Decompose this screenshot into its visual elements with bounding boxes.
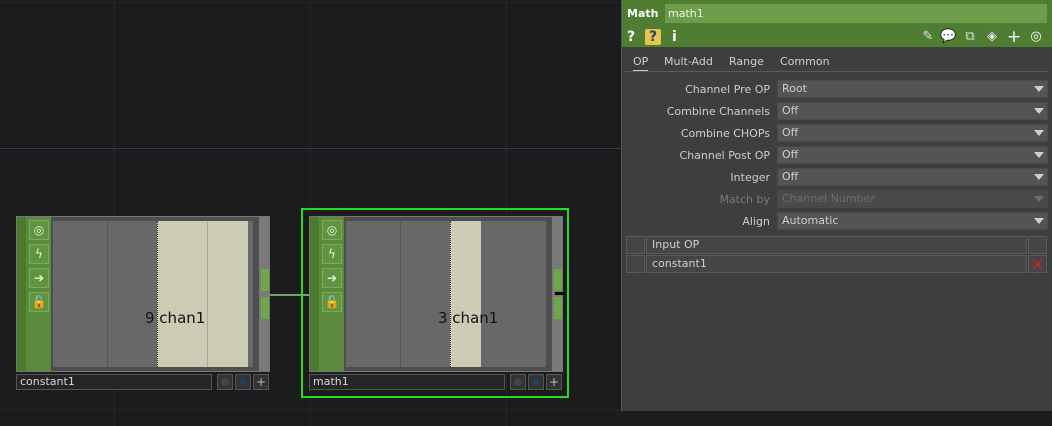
display-flag[interactable]: [528, 374, 544, 390]
chevron-down-icon: [1034, 130, 1044, 136]
param-menu[interactable]: Automatic: [777, 212, 1048, 230]
table-corner: [1028, 236, 1047, 254]
bypass-flag[interactable]: [217, 374, 233, 390]
output-connector[interactable]: [261, 297, 269, 319]
cook-icon[interactable]: ϟ: [29, 244, 49, 264]
viewer-toggle-icon[interactable]: ◎: [1028, 29, 1044, 45]
display-flag[interactable]: [235, 374, 251, 390]
param-row-combine-channels: Combine Channels Off: [622, 102, 1052, 121]
table-corner: [626, 236, 645, 254]
node-viewer: 3 chan1: [346, 221, 546, 367]
output-connector[interactable]: [554, 269, 562, 291]
export-icon[interactable]: ➔: [322, 268, 342, 288]
viewer-icon[interactable]: ◎: [29, 220, 49, 240]
add-flag[interactable]: +: [253, 374, 269, 390]
node-math1[interactable]: ◎ ϟ ➔ 🔓 3 chan1 math1 +: [309, 216, 565, 392]
comment-icon[interactable]: 💬: [940, 29, 956, 45]
param-menu[interactable]: Off: [777, 168, 1048, 186]
param-menu[interactable]: Root: [777, 80, 1048, 98]
lock-icon[interactable]: 🔓: [322, 292, 342, 312]
param-row-combine-chops: Combine CHOPs Off: [622, 124, 1052, 143]
op-name-field[interactable]: math1: [665, 4, 1047, 23]
param-label: Channel Pre OP: [685, 83, 770, 96]
viewer-label: 9 chan1: [145, 309, 206, 327]
chevron-down-icon: [1034, 174, 1044, 180]
tab-mult-add[interactable]: Mult-Add: [664, 55, 713, 68]
param-label: Channel Post OP: [679, 149, 770, 162]
node-body[interactable]: ◎ ϟ ➔ 🔓 9 chan1: [16, 216, 270, 372]
chevron-down-icon: [1034, 108, 1044, 114]
delete-icon[interactable]: ✕: [1028, 255, 1047, 274]
node-flag-strip: ◎ ϟ ➔ 🔓: [17, 217, 51, 371]
node-name-field[interactable]: constant1: [16, 374, 212, 390]
chevron-down-icon: [1034, 196, 1044, 202]
node-viewer: 9 chan1: [53, 221, 253, 367]
viewer-label: 3 chan1: [438, 309, 499, 327]
panel-toolbar: ? ? i ✎ 💬 ⧉ ◈ + ◎: [622, 27, 1052, 47]
input-op-header: Input OP: [646, 236, 1027, 254]
param-row-channel-pre-op: Channel Pre OP Root: [622, 80, 1052, 99]
node-body[interactable]: ◎ ϟ ➔ 🔓 3 chan1: [309, 216, 563, 372]
add-icon[interactable]: +: [1006, 29, 1022, 46]
cook-icon[interactable]: ϟ: [322, 244, 342, 264]
node-name-field[interactable]: math1: [309, 374, 505, 390]
add-flag[interactable]: +: [546, 374, 562, 390]
viewer-icon[interactable]: ◎: [322, 220, 342, 240]
output-bar: [259, 217, 269, 371]
python-icon[interactable]: ◈: [984, 29, 1000, 45]
param-menu[interactable]: Off: [777, 146, 1048, 164]
lock-icon[interactable]: 🔓: [29, 292, 49, 312]
output-connector[interactable]: [554, 297, 562, 319]
param-tabs: OP Mult-Add Range Common: [622, 51, 1052, 72]
param-label: Align: [742, 215, 770, 228]
help-icon[interactable]: ?: [627, 27, 635, 47]
param-row-align: Align Automatic: [622, 212, 1052, 231]
param-label: Match by: [719, 193, 770, 206]
param-menu: Channel Number: [777, 190, 1048, 208]
output-tick: [555, 292, 565, 295]
edit-icon[interactable]: ✎: [920, 29, 936, 45]
tab-common[interactable]: Common: [780, 55, 830, 68]
param-row-match-by: Match by Channel Number: [622, 190, 1052, 209]
row-handle[interactable]: [626, 255, 645, 273]
panel-header: Math math1: [622, 0, 1052, 27]
chevron-down-icon: [1034, 86, 1044, 92]
param-label: Combine CHOPs: [680, 127, 770, 140]
python-help-icon[interactable]: ?: [645, 29, 661, 45]
param-label: Integer: [730, 171, 770, 184]
chevron-down-icon: [1034, 218, 1044, 224]
chevron-down-icon: [1034, 152, 1044, 158]
export-icon[interactable]: ➔: [29, 268, 49, 288]
param-row-channel-post-op: Channel Post OP Off: [622, 146, 1052, 165]
param-menu[interactable]: Off: [777, 124, 1048, 142]
bypass-flag[interactable]: [510, 374, 526, 390]
input-op-value[interactable]: constant1: [646, 255, 1027, 273]
parameter-panel: Math math1 ? ? i ✎ 💬 ⧉ ◈ + ◎ OP Mult-Add…: [621, 0, 1052, 411]
param-menu[interactable]: Off: [777, 102, 1048, 120]
tab-range[interactable]: Range: [729, 55, 764, 68]
node-constant1[interactable]: ◎ ϟ ➔ 🔓 9 chan1 constant1 +: [16, 216, 272, 392]
info-icon[interactable]: i: [672, 27, 677, 47]
tab-op[interactable]: OP: [633, 55, 649, 72]
param-label: Combine Channels: [666, 105, 770, 118]
node-flag-strip: ◎ ϟ ➔ 🔓: [310, 217, 344, 371]
op-type-label: Math: [627, 7, 659, 20]
output-connector[interactable]: [261, 269, 269, 291]
param-row-integer: Integer Off: [622, 168, 1052, 187]
clone-icon[interactable]: ⧉: [962, 29, 978, 45]
